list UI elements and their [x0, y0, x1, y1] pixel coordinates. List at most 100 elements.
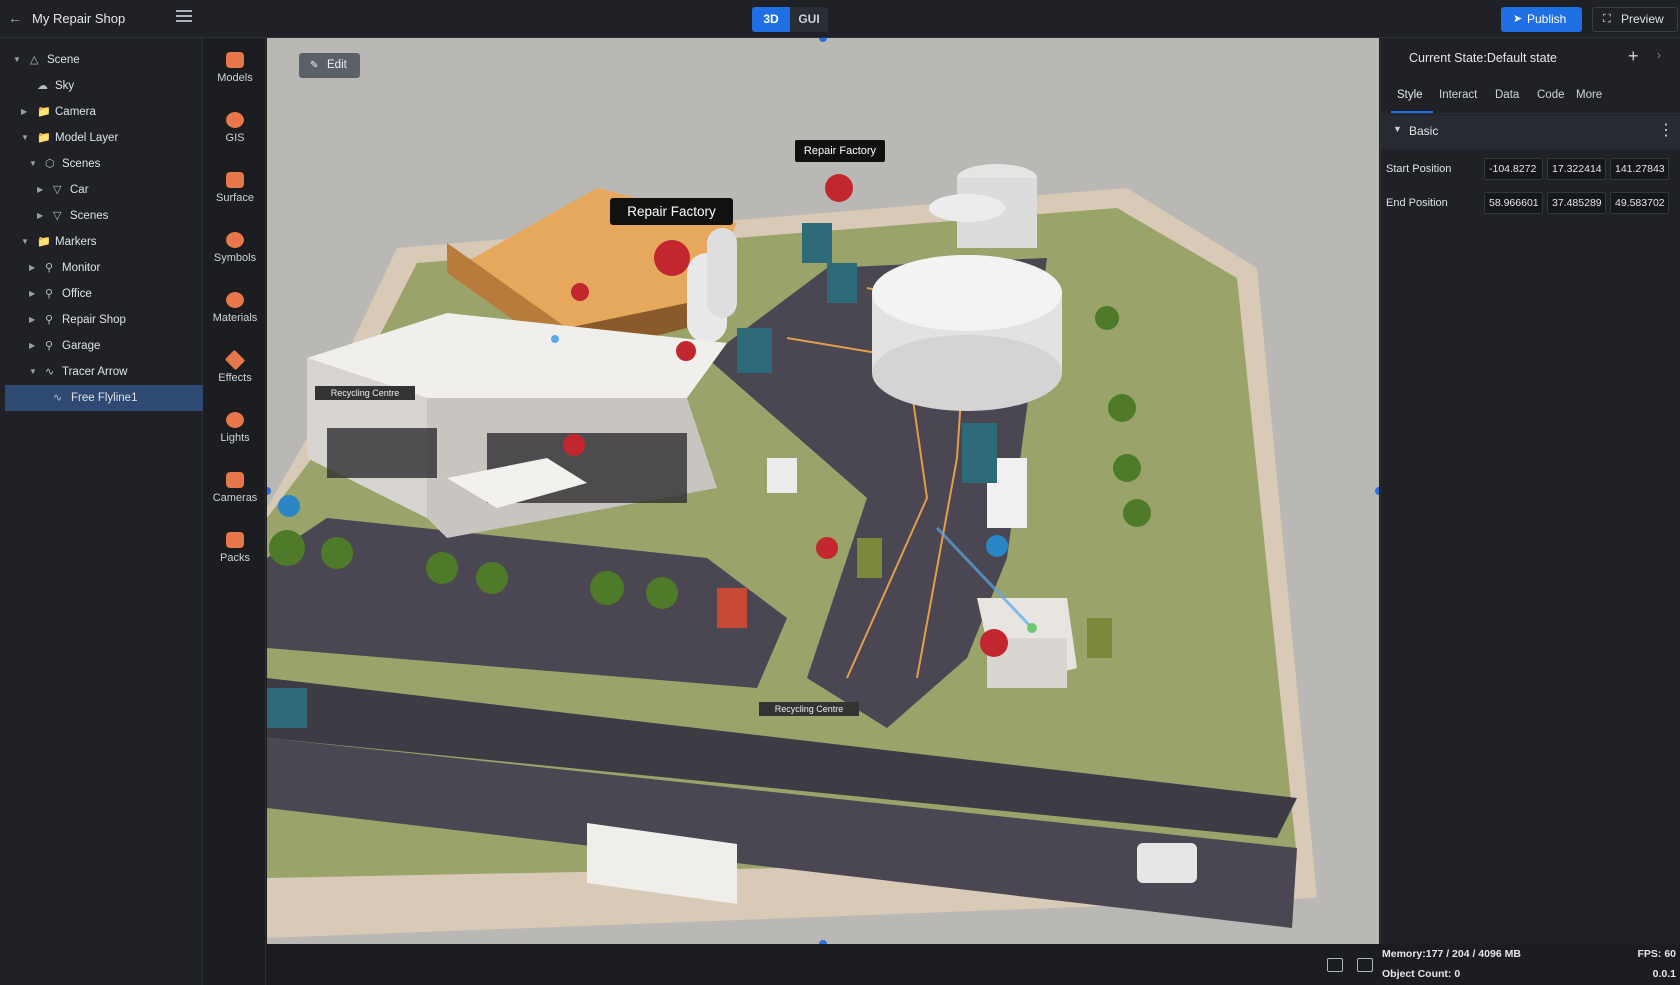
end-position-x[interactable]: 58.966601 [1484, 192, 1543, 214]
end-position-y[interactable]: 37.485289 [1547, 192, 1606, 214]
tree-item-camera[interactable]: ▶ 📁 Camera [5, 99, 203, 125]
tree-item-label: Scenes [62, 158, 101, 170]
tab-interact[interactable]: Interact [1439, 89, 1477, 101]
more-vertical-icon[interactable]: ⋮ [1658, 120, 1674, 140]
tree-item-label: Repair Shop [62, 314, 126, 326]
tool-gis[interactable]: GIS [204, 102, 266, 158]
tool-materials[interactable]: Materials [204, 282, 266, 338]
tree-item-label: Monitor [62, 262, 101, 274]
tree-item-repair-shop[interactable]: ▶ ⚲ Repair Shop [5, 307, 203, 333]
tree-item-garage[interactable]: ▶ ⚲ Garage [5, 333, 203, 359]
tab-code[interactable]: Code [1537, 89, 1565, 101]
caret-right-icon[interactable]: ▶ [21, 99, 31, 125]
caret-right-icon[interactable]: ▶ [37, 177, 47, 203]
tool-label: Effects [218, 372, 252, 384]
tree-item-monitor[interactable]: ▶ ⚲ Monitor [5, 255, 203, 281]
tree-item-tracer-arrow[interactable]: ▼ ∿ Tracer Arrow [5, 359, 203, 385]
tree-item-label: Sky [55, 80, 75, 92]
active-tab-indicator [1391, 111, 1433, 113]
caret-right-icon[interactable]: ▶ [29, 255, 39, 281]
caret-down-icon[interactable]: ▼ [29, 151, 39, 177]
scene-icon: △ [30, 54, 39, 66]
marker-icon: ⚲ [45, 314, 54, 326]
mode-3d-button[interactable]: 3D [752, 7, 790, 32]
current-state-title: Current State:Default state [1409, 51, 1557, 65]
terminal-icon[interactable] [1357, 958, 1373, 972]
caret-right-icon[interactable]: ▶ [29, 307, 39, 333]
section-title: Basic [1409, 124, 1439, 138]
keyboard-icon[interactable] [1327, 958, 1343, 972]
section-basic[interactable]: ▼ Basic ⋮ [1381, 115, 1680, 149]
tab-style[interactable]: Style [1397, 89, 1423, 101]
caret-down-icon[interactable]: ▼ [1393, 124, 1402, 134]
performance-metrics: Memory:177 / 204 / 4096 MB Object Count:… [1380, 944, 1680, 985]
tool-lights[interactable]: Lights [204, 402, 266, 458]
3d-viewport[interactable]: Repair Factory Repair Factory Recycling … [267, 38, 1379, 944]
start-position-x[interactable]: -104.8272 [1484, 158, 1543, 180]
publish-label: Publish [1527, 12, 1567, 26]
recycling-centre-sign: Recycling Centre [759, 702, 859, 716]
tool-symbols[interactable]: Symbols [204, 222, 266, 278]
caret-right-icon[interactable]: ▶ [29, 333, 39, 359]
caret-right-icon[interactable]: ▶ [29, 281, 39, 307]
preview-label: Preview [1621, 12, 1664, 26]
tool-label: Models [217, 72, 253, 84]
inspector-panel: Current State:Default state + › Style In… [1380, 38, 1680, 944]
caret-down-icon[interactable]: ▼ [29, 359, 39, 385]
tool-packs[interactable]: Packs [204, 522, 266, 578]
tree-item-model-layer[interactable]: ▼ 📁 Model Layer [5, 125, 203, 151]
mesh-icon: ▽ [53, 184, 62, 196]
tree-item-scenes[interactable]: ▼ ⬡ Scenes [5, 151, 203, 177]
flyline-icon: ∿ [53, 392, 63, 404]
tool-effects[interactable]: Effects [204, 342, 266, 398]
tree-item-free-flyline1[interactable]: ∿ Free Flyline1 [5, 385, 203, 411]
tab-data[interactable]: Data [1495, 89, 1519, 101]
caret-down-icon[interactable]: ▼ [21, 229, 31, 255]
tree-item-sky[interactable]: ☁ Sky [5, 73, 203, 99]
models-icon [226, 52, 244, 68]
folder-icon: 📁 [37, 106, 51, 118]
tool-surface[interactable]: Surface [204, 162, 266, 218]
tree-item-office[interactable]: ▶ ⚲ Office [5, 281, 203, 307]
top-bar: ← My Repair Shop 3D GUI ➤ Publish ⛶ Prev… [0, 0, 1680, 38]
tab-more[interactable]: More [1576, 89, 1602, 101]
caret-down-icon[interactable]: ▼ [21, 125, 31, 151]
marker-icon: ⚲ [45, 340, 54, 352]
caret-right-icon[interactable]: ▶ [37, 203, 47, 229]
back-arrow-icon[interactable]: ← [8, 10, 24, 26]
tree-item-markers[interactable]: ▼ 📁 Markers [5, 229, 203, 255]
chevron-right-icon[interactable]: › [1657, 48, 1661, 62]
mesh-icon: ▽ [53, 210, 62, 222]
mode-gui-button[interactable]: GUI [790, 7, 828, 32]
lights-icon [226, 412, 244, 428]
tree-item-scenes-mesh[interactable]: ▶ ▽ Scenes [5, 203, 203, 229]
publish-button[interactable]: ➤ Publish [1501, 7, 1582, 32]
symbols-icon [226, 232, 244, 248]
tool-models[interactable]: Models [204, 42, 266, 98]
tree-item-label: Tracer Arrow [62, 366, 128, 378]
cube-icon: ⬡ [45, 158, 55, 170]
add-state-icon[interactable]: + [1628, 46, 1639, 67]
tool-label: Cameras [212, 492, 258, 504]
marker-icon: ⚲ [45, 262, 54, 274]
edit-button[interactable]: ✎ Edit [299, 53, 360, 78]
packs-icon [226, 532, 244, 548]
tree-item-label: Office [62, 288, 92, 300]
version-readout: 0.0.1 [1652, 968, 1676, 980]
edit-label: Edit [327, 59, 347, 71]
end-position-z[interactable]: 49.583702 [1610, 192, 1669, 214]
tool-cameras[interactable]: Cameras [204, 462, 266, 518]
tree-item-scene[interactable]: ▼ △ Scene [5, 47, 203, 73]
pencil-icon: ✎ [310, 60, 319, 71]
scene-render[interactable] [267, 38, 1379, 944]
start-position-z[interactable]: 141.27843 [1610, 158, 1669, 180]
caret-down-icon[interactable]: ▼ [13, 47, 23, 73]
start-position-y[interactable]: 17.322414 [1547, 158, 1606, 180]
tree-item-label: Camera [55, 106, 96, 118]
preview-button[interactable]: ⛶ Preview [1592, 7, 1678, 32]
tree-item-car[interactable]: ▶ ▽ Car [5, 177, 203, 203]
tree-item-label: Scenes [70, 210, 109, 222]
end-position-label: End Position [1386, 197, 1448, 209]
sky-icon: ☁ [37, 80, 48, 92]
hamburger-menu-icon[interactable] [176, 10, 192, 24]
